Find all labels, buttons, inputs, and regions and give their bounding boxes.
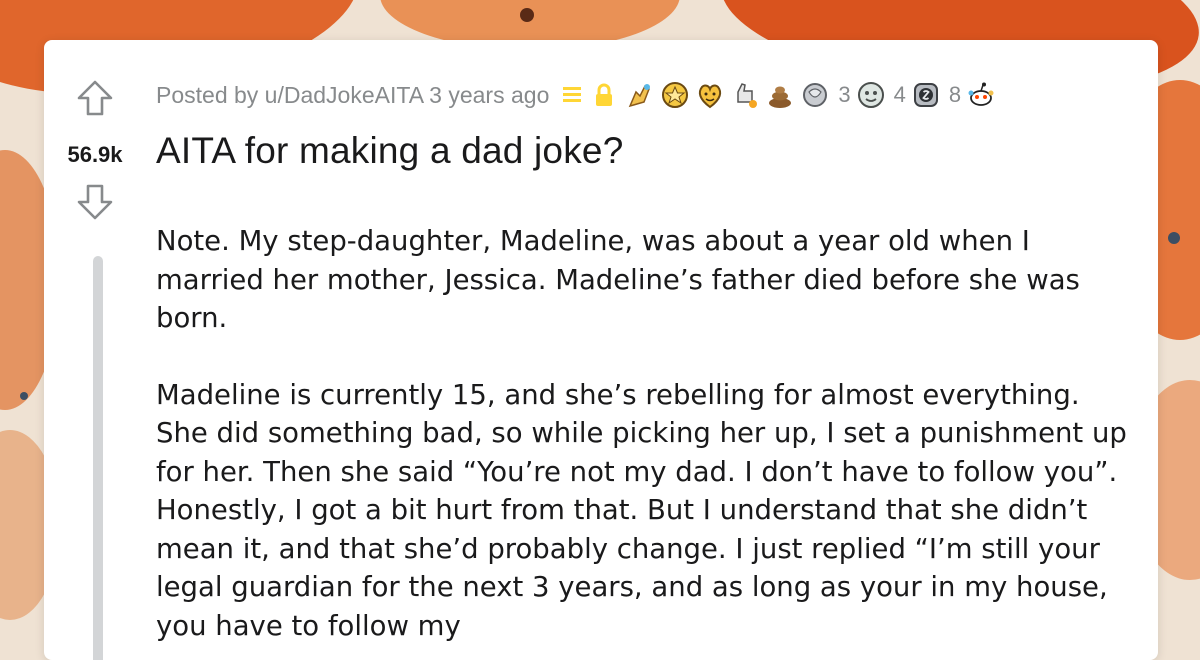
posted-by-text[interactable]: Posted by u/DadJokeAITA 3 years ago	[156, 82, 549, 109]
post-meta: Posted by u/DadJokeAITA 3 years ago 3 4 …	[156, 78, 1001, 112]
snoo-award-icon[interactable]	[966, 80, 996, 110]
wholesome-award-icon[interactable]	[695, 80, 725, 110]
upvote-arrow-icon[interactable]	[75, 78, 115, 118]
post-body: Note. My step-daughter, Madeline, was ab…	[156, 222, 1136, 660]
coin-award-icon[interactable]	[911, 80, 941, 110]
poop-award-icon[interactable]	[765, 80, 795, 110]
post-title[interactable]: AITA for making a dad joke?	[156, 130, 623, 172]
award-count: 8	[948, 82, 962, 107]
thread-collapse-line[interactable]	[93, 256, 103, 660]
award-count: 4	[893, 82, 906, 107]
vote-score: 56.9k	[67, 142, 123, 167]
helping-hand-award-icon[interactable]	[625, 80, 655, 110]
silver-award-icon[interactable]	[800, 80, 830, 110]
gold-award-icon[interactable]	[660, 80, 690, 110]
rocket-like-award-icon[interactable]	[730, 80, 760, 110]
archive-icon	[561, 84, 583, 106]
post-paragraph: Madeline is currently 15, and she’s rebe…	[156, 378, 1127, 642]
post-paragraph: Note. My step-daughter, Madeline, was ab…	[156, 225, 1080, 334]
vote-column: 56.9k	[44, 40, 154, 660]
face-award-icon[interactable]	[856, 80, 886, 110]
downvote-arrow-icon[interactable]	[75, 182, 115, 222]
award-count: 3	[838, 82, 851, 107]
reddit-post-card: 56.9k Posted by u/DadJokeAITA 3 years ag…	[44, 40, 1158, 660]
lock-icon	[593, 83, 615, 107]
